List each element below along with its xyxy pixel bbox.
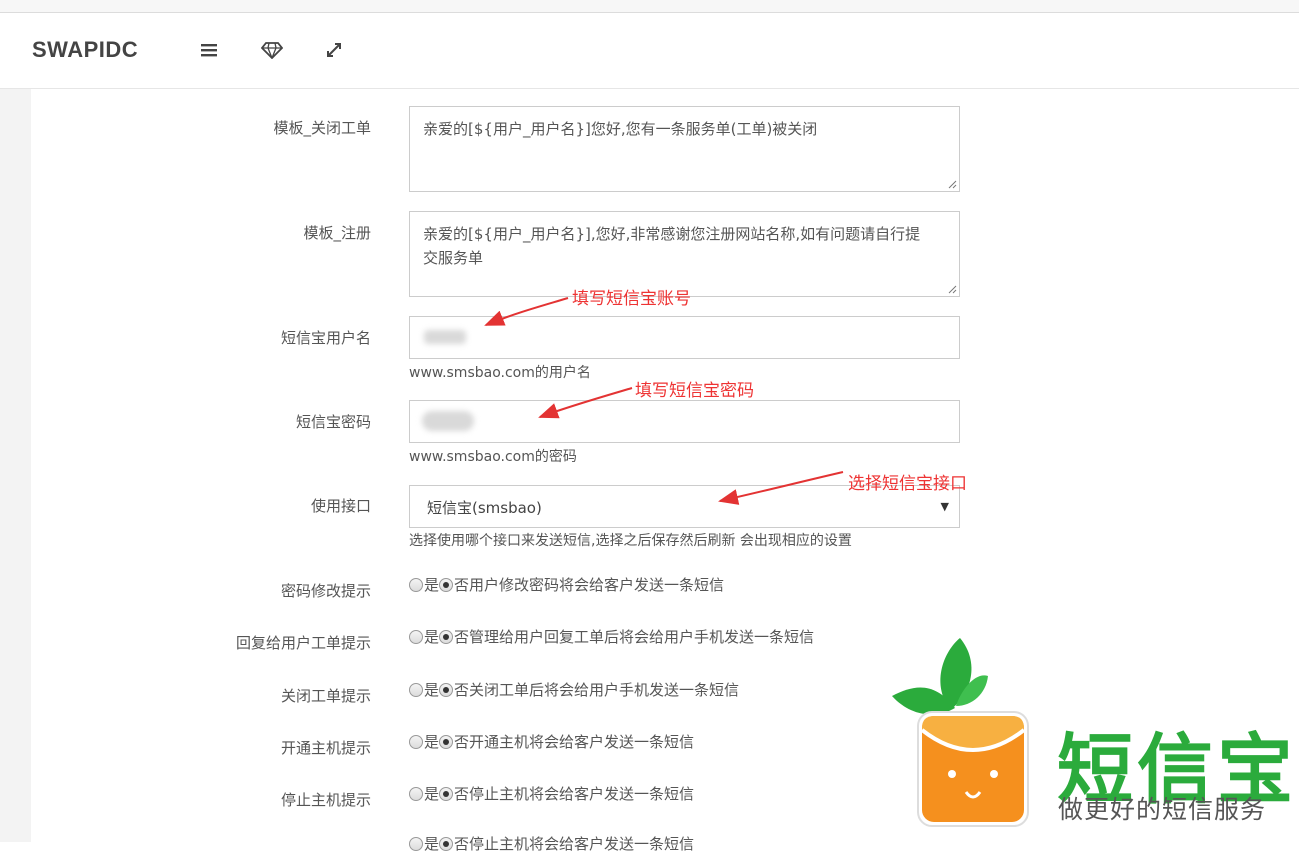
interface-help: 选择使用哪个接口来发送短信,选择之后保存然后刷新 会出现相应的设置 [409, 533, 852, 549]
tpl-register-label: 模板_注册 [303, 224, 371, 242]
interface-selected-value: 短信宝(smsbao) [427, 499, 542, 517]
notice-radio-group: 是否开通主机将会给客户发送一条短信 [409, 731, 694, 752]
resize-handle-icon[interactable] [947, 179, 957, 189]
radio-yes-label[interactable]: 是 [424, 731, 439, 752]
radio-yes-label[interactable]: 是 [424, 833, 439, 854]
annotation-password: 填写短信宝密码 [635, 381, 754, 401]
notice-description: 开通主机将会给客户发送一条短信 [469, 733, 695, 751]
radio-yes-label[interactable]: 是 [424, 679, 439, 700]
notice-label: 密码修改提示 [280, 582, 371, 600]
radio-yes-label[interactable]: 是 [424, 574, 439, 595]
annotation-username: 填写短信宝账号 [572, 289, 691, 309]
username-input[interactable] [409, 316, 960, 359]
radio-no[interactable] [439, 836, 454, 851]
tpl-register-text-line1: 亲爱的[${用户_用户名}],您好,非常感谢您注册网站名称,如有问题请自行提 [423, 225, 921, 243]
notice-description: 关闭工单后将会给用户手机发送一条短信 [469, 681, 740, 699]
blurred-password [422, 411, 474, 431]
smsbao-logo-slogan: 做更好的短信服务 [1058, 795, 1267, 824]
radio-no[interactable] [439, 629, 454, 644]
tpl-close-ticket-text: 亲爱的[${用户_用户名}]您好,您有一条服务单(工单)被关闭 [423, 120, 818, 138]
notice-radio-group: 是否用户修改密码将会给客户发送一条短信 [409, 574, 724, 595]
radio-yes[interactable] [409, 682, 423, 697]
radio-yes[interactable] [409, 734, 423, 749]
menu-icon[interactable] [198, 39, 220, 61]
notice-label: 回复给用户工单提示 [235, 634, 371, 652]
blurred-username [424, 330, 466, 344]
dropdown-caret-icon: ▼ [940, 500, 949, 513]
radio-yes[interactable] [409, 786, 423, 801]
tpl-close-ticket-textarea[interactable]: 亲爱的[${用户_用户名}]您好,您有一条服务单(工单)被关闭 [409, 106, 960, 192]
tpl-close-ticket-label: 模板_关闭工单 [273, 119, 371, 137]
resize-handle-icon[interactable] [947, 284, 957, 294]
notice-radio-group: 是否停止主机将会给客户发送一条短信 [409, 833, 694, 854]
notice-radio-group: 是否管理给用户回复工单后将会给用户手机发送一条短信 [409, 626, 814, 647]
notice-description: 管理给用户回复工单后将会给用户手机发送一条短信 [469, 628, 815, 646]
expand-icon[interactable] [323, 39, 345, 61]
sidebar-strip [0, 89, 31, 842]
radio-no[interactable] [439, 682, 454, 697]
password-label: 短信宝密码 [295, 413, 371, 431]
window-top-border [0, 0, 1299, 13]
notice-description: 停止主机将会给客户发送一条短信 [469, 785, 695, 803]
radio-yes[interactable] [409, 836, 423, 851]
brand-logo[interactable]: SWAPIDC [32, 37, 138, 63]
radio-yes-label[interactable]: 是 [424, 626, 439, 647]
radio-no[interactable] [439, 577, 454, 592]
annotation-interface: 选择短信宝接口 [848, 474, 967, 494]
radio-no[interactable] [439, 734, 454, 749]
radio-no-label[interactable]: 否 [454, 833, 469, 854]
diamond-icon[interactable] [261, 39, 283, 61]
notice-label: 停止主机提示 [280, 791, 371, 809]
radio-no-label[interactable]: 否 [454, 574, 469, 595]
password-help: www.smsbao.com的密码 [409, 449, 577, 465]
notice-radio-group: 是否关闭工单后将会给用户手机发送一条短信 [409, 679, 739, 700]
notice-radio-group: 是否停止主机将会给客户发送一条短信 [409, 783, 694, 804]
radio-yes[interactable] [409, 577, 423, 592]
username-label: 短信宝用户名 [280, 329, 371, 347]
radio-no-label[interactable]: 否 [454, 731, 469, 752]
radio-no-label[interactable]: 否 [454, 679, 469, 700]
username-help: www.smsbao.com的用户名 [409, 365, 591, 381]
notice-description: 停止主机将会给客户发送一条短信 [469, 835, 695, 853]
radio-no[interactable] [439, 786, 454, 801]
radio-yes[interactable] [409, 629, 423, 644]
notice-label: 关闭工单提示 [280, 687, 371, 705]
radio-no-label[interactable]: 否 [454, 626, 469, 647]
interface-label: 使用接口 [310, 497, 371, 515]
radio-no-label[interactable]: 否 [454, 783, 469, 804]
password-input[interactable] [409, 400, 960, 443]
smsbao-mascot-logo [892, 638, 1029, 827]
notice-label: 开通主机提示 [280, 739, 371, 757]
notice-description: 用户修改密码将会给客户发送一条短信 [469, 576, 725, 594]
radio-yes-label[interactable]: 是 [424, 783, 439, 804]
top-header: SWAPIDC [0, 13, 1299, 89]
tpl-register-text-line2: 交服务单 [423, 249, 484, 267]
